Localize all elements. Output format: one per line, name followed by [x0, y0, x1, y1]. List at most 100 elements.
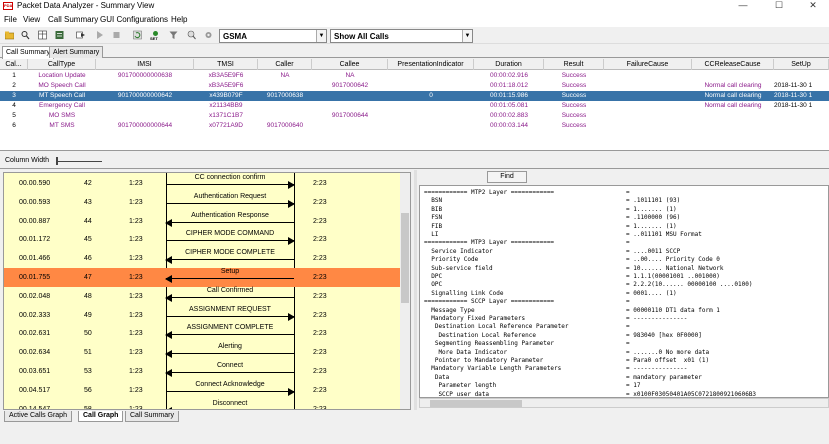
chevron-down-icon[interactable]: ▼ — [316, 30, 326, 42]
decode-horizontal-scrollbar[interactable] — [419, 398, 829, 408]
close-button[interactable]: ✕ — [796, 0, 829, 12]
call-graph-row[interactable]: 00.01.755 47 1:23 2:23 Setup — [4, 268, 402, 287]
col-header-tmsi[interactable]: TMSI — [194, 59, 258, 70]
decode-field-value[interactable]: = x0100F03050401A05C07218009210606B3 — [626, 390, 756, 397]
call-graph-row[interactable]: 00.00.887 44 1:23 2:23 Authentication Respon… — [4, 212, 402, 231]
decode-field-value[interactable]: = 983040 [hex 0F0000] — [626, 331, 702, 340]
arrow-right-icon — [166, 199, 295, 208]
left-node-label: 1:23 — [129, 405, 143, 410]
export-button[interactable] — [73, 28, 88, 42]
cell-result: Success — [561, 122, 587, 129]
cell-call-id: 1 — [12, 72, 16, 79]
cell-callee: NA — [345, 72, 355, 79]
arrowhead — [288, 312, 295, 321]
chevron-down-icon[interactable]: ▼ — [462, 30, 472, 42]
grid-view-button[interactable] — [35, 28, 50, 42]
col-header-calltype[interactable]: CallType — [28, 59, 96, 70]
col-header-result[interactable]: Result — [544, 59, 604, 70]
col-header-caller[interactable]: Caller — [258, 59, 312, 70]
search-button[interactable] — [18, 28, 33, 42]
tab-call-summary-bottom[interactable]: Call Summary — [125, 411, 179, 422]
table-row[interactable]: 4 Emergency Call x21134BB9 00:01:05.081 Succ… — [0, 101, 829, 111]
scrollbar-thumb[interactable] — [401, 213, 409, 303]
call-filter-select[interactable]: Show All Calls ▼ — [330, 29, 473, 43]
call-graph-row[interactable]: 00.02.634 51 1:23 2:23 Alerting — [4, 343, 402, 362]
col-header-callee[interactable]: Callee — [312, 59, 388, 70]
call-graph-row[interactable]: 00.02.631 50 1:23 2:23 ASSIGNMENT COMPLETE — [4, 324, 402, 343]
column-width-slider[interactable] — [56, 157, 58, 165]
menu-help[interactable]: Help — [171, 15, 187, 25]
table-row[interactable]: 6 MT SMS 901700000000644 x07721A9D 901700064… — [0, 121, 829, 131]
decode-field-value[interactable]: = --------------- — [626, 314, 687, 323]
tab-call-graph[interactable]: Call Graph — [78, 411, 124, 422]
settings-button[interactable] — [201, 28, 216, 42]
cell-imsi: 901700000000642 — [117, 92, 173, 99]
col-header-imsi[interactable]: IMSI — [96, 59, 194, 70]
col-header-failure-cause[interactable]: FailureCause — [604, 59, 692, 70]
arrowhead — [288, 237, 295, 246]
minimize-button[interactable]: — — [726, 0, 760, 12]
tab-alert-summary[interactable]: Alert Summary — [49, 46, 104, 58]
menu-call-summary[interactable]: Call Summary — [48, 15, 98, 25]
cell-presentation-indicator — [388, 71, 474, 81]
event-number: 49 — [84, 311, 92, 319]
cell-callee: 9017000644 — [331, 112, 369, 119]
cell-call-id: 4 — [12, 102, 16, 109]
menu-file[interactable]: File — [4, 15, 17, 25]
call-graph-row[interactable]: 00.01.172 45 1:23 2:23 CIPHER MODE COMMAND — [4, 230, 402, 249]
col-header-ccrelease-cause[interactable]: CCReleaseCause — [692, 59, 774, 70]
tab-active-calls-graph[interactable]: Active Calls Graph — [4, 411, 72, 422]
call-graph-row[interactable]: 00.02.048 48 1:23 2:23 Call Confirmed — [4, 287, 402, 306]
right-node-label: 2:23 — [313, 274, 327, 281]
maximize-button[interactable]: ☐ — [762, 0, 796, 12]
find-button[interactable]: Find — [487, 171, 527, 183]
col-header-duration[interactable]: Duration — [474, 59, 544, 70]
set-label: SET — [150, 36, 158, 41]
play-button[interactable] — [92, 28, 107, 42]
col-header-setup[interactable]: SetUp — [774, 59, 829, 70]
cell-call-type: Location Update — [38, 72, 86, 79]
refresh-button[interactable] — [130, 28, 145, 42]
decode-field-name[interactable]: SCCP user data — [424, 390, 489, 397]
scrollbar-thumb[interactable] — [430, 400, 522, 407]
call-summary-button[interactable] — [52, 28, 67, 42]
set-button[interactable]: SET — [148, 28, 163, 42]
tab-call-summary[interactable]: Call Summary — [2, 46, 54, 59]
call-graph-scrollbar[interactable] — [400, 173, 410, 409]
left-node-label: 1:23 — [129, 386, 143, 394]
cell-imsi — [96, 101, 194, 111]
menu-gui-configurations[interactable]: GUI Configurations — [100, 15, 168, 25]
call-graph-row[interactable]: 00.01.466 46 1:23 2:23 CIPHER MODE COMPLETE — [4, 249, 402, 268]
col-header-presentation-indicator[interactable]: PresentationIndicator — [388, 59, 474, 70]
cell-result: Success — [561, 92, 587, 99]
menu-view[interactable]: View — [23, 15, 40, 25]
event-time: 00.02.048 — [19, 292, 51, 300]
call-graph-row[interactable]: 00.00.593 43 1:23 2:23 Authentication Reques… — [4, 193, 402, 212]
call-graph-row[interactable]: 00.02.333 49 1:23 2:23 ASSIGNMENT REQUEST — [4, 306, 402, 325]
call-graph-row[interactable]: 00.04.517 56 1:23 2:23 Connect Acknowledge — [4, 381, 402, 400]
open-file-button[interactable] — [2, 28, 17, 42]
zoom-out-button[interactable] — [184, 28, 199, 42]
event-time: 00.01.172 — [19, 236, 51, 244]
cell-duration: 00:00:02.883 — [490, 112, 528, 119]
cell-call-type: MT Speech Call — [38, 92, 86, 99]
event-message: CIPHER MODE COMPLETE — [185, 249, 275, 257]
table-row[interactable]: 3 MT Speech Call 901700000000642 x439B079F 9… — [0, 91, 829, 101]
decode-field-value[interactable]: = ..011101 MSU Format — [626, 230, 702, 239]
table-row[interactable]: 1 Location Update 901700000000638 xB3A5E9F6… — [0, 71, 829, 81]
stop-button[interactable] — [109, 28, 124, 42]
event-time: 00.14.547 — [19, 405, 51, 410]
call-graph-row[interactable]: 00.14.547 58 1:23 2:23 Disconnect — [4, 400, 402, 410]
filter-button[interactable] — [166, 28, 181, 42]
table-row[interactable]: 2 MO Speech Call xB3A5E9F6 9017000642 00:01:… — [0, 81, 829, 91]
protocol-select[interactable]: GSMA ▼ — [219, 29, 327, 43]
call-graph-row[interactable]: 00.00.590 42 1:23 2:23 CC connection confirm — [4, 174, 402, 193]
call-graph-row[interactable]: 00.03.651 53 1:23 2:23 Connect — [4, 362, 402, 381]
panel-splitter[interactable] — [414, 170, 417, 410]
table-row[interactable]: 5 MO SMS x1371C1B7 9017000644 00:00:02.883 Su… — [0, 111, 829, 121]
decode-field-name[interactable]: ============ MTP2 Layer ============ — [424, 188, 554, 197]
col-header-call[interactable]: Cal... — [0, 59, 28, 70]
cell-call-id: 3 — [12, 92, 16, 99]
decode-field-value[interactable]: = 0001.... (1) — [626, 289, 677, 298]
folder-open-icon — [5, 31, 14, 40]
